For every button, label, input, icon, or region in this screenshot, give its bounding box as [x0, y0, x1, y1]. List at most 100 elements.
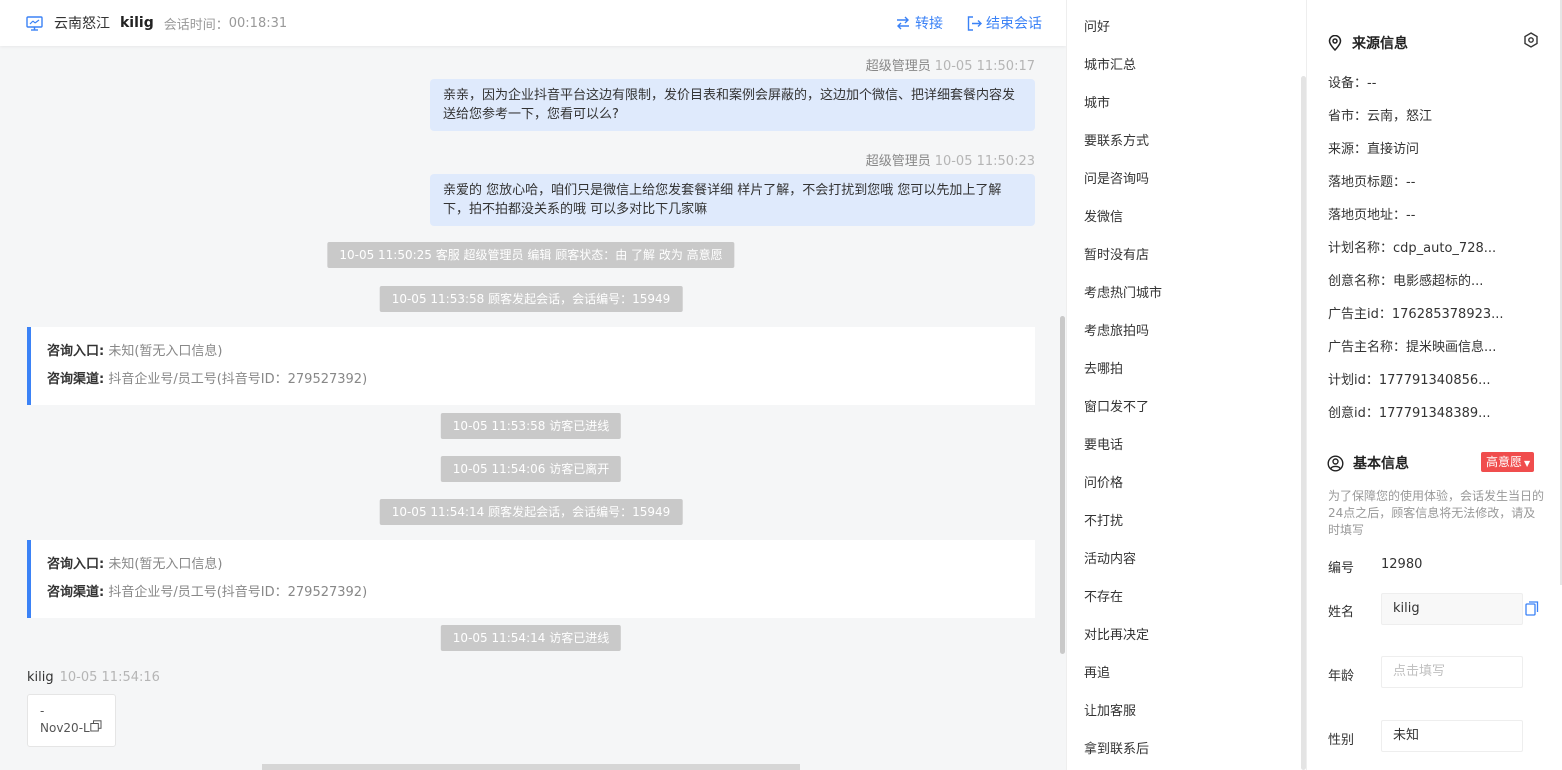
- message-list[interactable]: 超级管理员 10-05 11:50:17 亲亲，因为企业抖音平台这边有限制，发价目…: [0, 46, 1066, 770]
- quick-reply-item[interactable]: 暂时没有店: [1084, 246, 1149, 266]
- source-row: 广告主名称：提米映画信息...: [1328, 340, 1497, 355]
- quick-reply-item[interactable]: 发微信: [1084, 208, 1123, 228]
- source-row: 省市：云南，怒江: [1328, 109, 1433, 124]
- gender-field[interactable]: 未知: [1381, 720, 1523, 752]
- name-field[interactable]: kilig: [1381, 593, 1523, 625]
- customer-info-panel: 来源信息 设备：-- 省市：云南，怒江 来源：直接访问 落地页标题：-- 落地页…: [1306, 0, 1562, 770]
- monitor-icon: [26, 15, 43, 32]
- system-notice: 10-05 11:53:58 访客已进线: [440, 413, 622, 439]
- quick-reply-item[interactable]: 去哪拍: [1084, 360, 1123, 380]
- quick-reply-item[interactable]: 不打扰: [1084, 512, 1123, 532]
- age-field-wrapper: [1381, 656, 1523, 688]
- visitor-card-line: -: [40, 704, 45, 718]
- source-row: 来源：直接访问: [1328, 142, 1420, 157]
- message-meta: 超级管理员 10-05 11:50:23: [866, 150, 1035, 169]
- quick-reply-item[interactable]: 考虑旅拍吗: [1084, 322, 1149, 342]
- logout-icon: [967, 15, 982, 31]
- transfer-icon: [897, 16, 909, 30]
- system-notice: 10-05 11:50:25 客服 超级管理员 编辑 顾客状态：由 了解 改为 …: [327, 242, 735, 268]
- message-time: 10-05 11:50:23: [934, 154, 1035, 169]
- consult-channel-value: 抖音企业号/员工号(抖音号ID：279527392): [108, 372, 368, 387]
- message-time: 10-05 11:54:16: [59, 670, 160, 685]
- consult-entry-row: 咨询入口: 未知(暂无入口信息): [47, 344, 223, 359]
- app-root: 云南怒江 kilig 会话时间： 00:18:31 转接 结束会话 超级管理员 1…: [0, 0, 1562, 770]
- quick-reply-item[interactable]: 活动内容: [1084, 550, 1136, 570]
- sender-name: 超级管理员: [865, 59, 931, 74]
- notice-strip: [262, 764, 800, 770]
- quick-reply-item[interactable]: 问好: [1084, 18, 1110, 38]
- consult-entry-value: 未知(暂无入口信息): [108, 344, 223, 359]
- consult-channel-row: 咨询渠道: 抖音企业号/员工号(抖音号ID：279527392): [47, 372, 368, 387]
- end-session-label: 结束会话: [986, 16, 1042, 32]
- sender-name: 超级管理员: [865, 154, 931, 169]
- consult-entry-value: 未知(暂无入口信息): [108, 557, 223, 572]
- chat-header: 云南怒江 kilig 会话时间： 00:18:31 转接 结束会话: [0, 0, 1066, 46]
- quick-reply-item[interactable]: 再追: [1084, 664, 1110, 684]
- location-pin-icon: [1328, 35, 1342, 51]
- message-meta: kilig 10-05 11:54:16: [27, 670, 160, 685]
- gender-label: 性别: [1328, 733, 1355, 748]
- agent-message-bubble: 亲亲，因为企业抖音平台这边有限制，发价目表和案例会屏蔽的，这边加个微信、把详细套…: [430, 79, 1035, 131]
- caret-down-icon: ▼: [1524, 459, 1531, 468]
- source-row: 计划id：177791340856...: [1328, 373, 1491, 388]
- quick-reply-item[interactable]: 要联系方式: [1084, 132, 1149, 152]
- quick-reply-item[interactable]: 要电话: [1084, 436, 1123, 456]
- transfer-button[interactable]: 转接: [895, 13, 943, 33]
- transfer-label: 转接: [915, 16, 943, 32]
- message-meta: 超级管理员 10-05 11:50:17: [866, 55, 1035, 74]
- age-input[interactable]: [1393, 657, 1511, 686]
- session-time: 00:18:31: [228, 15, 288, 31]
- agent-message-bubble: 亲爱的 您放心哈，咱们只是微信上给您发套餐详细 样片了解，不会打扰到您哦 您可以…: [430, 174, 1035, 226]
- header-actions: 转接 结束会话: [871, 0, 1042, 46]
- sender-name: kilig: [27, 670, 54, 685]
- basic-info-title: 基本信息: [1327, 453, 1409, 473]
- system-notice: 10-05 11:54:14 访客已进线: [440, 625, 622, 651]
- quick-reply-item[interactable]: 让加客服: [1084, 702, 1136, 722]
- quick-reply-item[interactable]: 问是咨询吗: [1084, 170, 1149, 190]
- source-row: 计划名称：cdp_auto_728...: [1328, 241, 1497, 256]
- id-value: 12980: [1381, 557, 1423, 572]
- edit-notice: 为了保障您的使用体验，会话发生当日的24点之后，顾客信息将无法修改，请及时填写: [1328, 489, 1545, 537]
- edit-icon[interactable]: [1525, 601, 1539, 620]
- source-row: 落地页标题：--: [1328, 175, 1416, 190]
- quick-reply-item[interactable]: 窗口发不了: [1084, 398, 1149, 418]
- consult-channel-value: 抖音企业号/员工号(抖音号ID：279527392): [108, 585, 368, 600]
- source-row: 广告主id：176285378923...: [1328, 307, 1504, 322]
- quick-reply-item[interactable]: 不存在: [1084, 588, 1123, 608]
- source-info-title: 来源信息: [1327, 33, 1408, 53]
- quick-reply-item[interactable]: 城市汇总: [1084, 56, 1136, 76]
- system-notice: 10-05 11:54:14 顾客发起会话，会话编号：15949: [379, 499, 683, 525]
- consult-info-card: 咨询入口: 未知(暂无入口信息) 咨询渠道: 抖音企业号/员工号(抖音号ID：2…: [27, 540, 1035, 618]
- quick-reply-item[interactable]: 问价格: [1084, 474, 1123, 494]
- chat-panel: 云南怒江 kilig 会话时间： 00:18:31 转接 结束会话 超级管理员 1…: [0, 0, 1066, 770]
- user-circle-icon: [1327, 454, 1344, 472]
- age-label: 年龄: [1328, 669, 1355, 684]
- consult-info-card: 咨询入口: 未知(暂无入口信息) 咨询渠道: 抖音企业号/员工号(抖音号ID：2…: [27, 327, 1035, 405]
- end-session-button[interactable]: 结束会话: [967, 13, 1042, 33]
- quick-reply-list: 问好 城市汇总 城市 要联系方式 问是咨询吗 发微信 暂时没有店 考虑热门城市 …: [1066, 0, 1306, 770]
- visitor-name: kilig: [120, 15, 154, 31]
- consult-channel-row: 咨询渠道: 抖音企业号/员工号(抖音号ID：279527392): [47, 585, 368, 600]
- quick-reply-item[interactable]: 对比再决定: [1084, 626, 1149, 646]
- consult-entry-row: 咨询入口: 未知(暂无入口信息): [47, 557, 223, 572]
- visitor-message-card[interactable]: - Nov20-L: [27, 694, 116, 747]
- source-row: 创意id：177791348389...: [1328, 406, 1491, 421]
- session-time-label: 会话时间：: [163, 17, 229, 33]
- chat-scrollbar[interactable]: [1060, 316, 1065, 654]
- quick-reply-item[interactable]: 城市: [1084, 94, 1110, 114]
- visitor-card-line: Nov20-L: [40, 721, 90, 735]
- quick-reply-item[interactable]: 拿到联系后: [1084, 740, 1149, 760]
- visitor-location: 云南怒江: [54, 16, 110, 32]
- intent-status-dropdown[interactable]: 高意愿 ▼: [1481, 452, 1535, 472]
- message-time: 10-05 11:50:17: [934, 59, 1035, 74]
- system-notice: 10-05 11:53:58 顾客发起会话，会话编号：15949: [379, 286, 683, 312]
- source-row: 设备：--: [1328, 76, 1377, 91]
- quick-reply-item[interactable]: 考虑热门城市: [1084, 284, 1162, 304]
- name-label: 姓名: [1328, 605, 1355, 620]
- copy-icon[interactable]: [90, 720, 102, 737]
- id-label: 编号: [1328, 561, 1355, 576]
- system-notice: 10-05 11:54:06 访客已离开: [440, 456, 622, 482]
- settings-icon[interactable]: [1523, 32, 1539, 52]
- source-row: 落地页地址：--: [1328, 208, 1416, 223]
- source-row: 创意名称：电影感超标的...: [1328, 274, 1484, 289]
